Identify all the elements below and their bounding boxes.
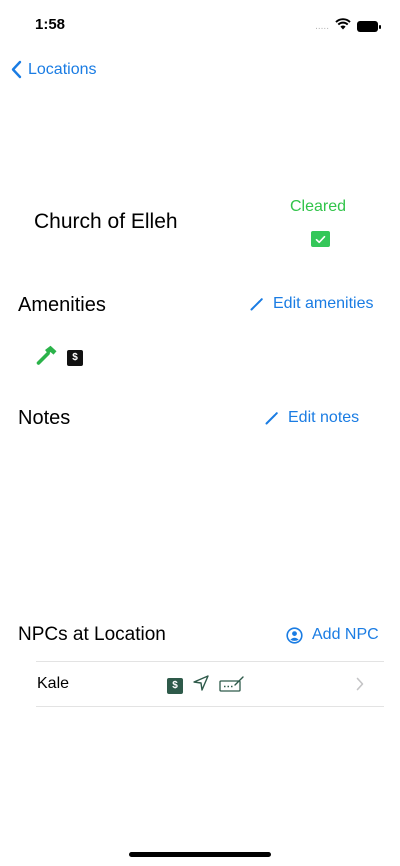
chevron-right-icon bbox=[356, 677, 364, 691]
pencil-icon bbox=[250, 297, 263, 310]
edit-notes-label: Edit notes bbox=[288, 409, 360, 426]
checkmark-icon bbox=[315, 235, 326, 243]
cleared-checkbox[interactable] bbox=[311, 231, 330, 247]
hammer-icon bbox=[36, 345, 58, 370]
npc-icons: $ bbox=[167, 674, 245, 697]
dollar-icon: $ bbox=[67, 349, 83, 366]
amenity-icons: $ bbox=[36, 345, 83, 370]
dollar-icon: $ bbox=[167, 677, 183, 694]
wifi-icon bbox=[335, 17, 351, 35]
add-npc-button[interactable]: Add NPC bbox=[286, 626, 379, 644]
battery-icon bbox=[357, 20, 381, 32]
signal-icon: ..... bbox=[315, 20, 329, 32]
back-label: Locations bbox=[28, 60, 97, 78]
pencil-icon bbox=[265, 411, 278, 424]
notes-title: Notes bbox=[18, 407, 71, 429]
amenities-title: Amenities bbox=[18, 294, 106, 316]
add-npc-label: Add NPC bbox=[312, 626, 379, 643]
npc-row[interactable]: Kale $ bbox=[36, 661, 384, 707]
status-icons: ..... bbox=[315, 17, 381, 35]
status-label: Cleared bbox=[290, 198, 347, 215]
edit-amenities-label: Edit amenities bbox=[273, 295, 374, 312]
home-indicator[interactable] bbox=[129, 852, 271, 857]
location-name: Church of Elleh bbox=[34, 210, 178, 233]
npc-name: Kale bbox=[37, 675, 70, 692]
edit-notes-button[interactable]: Edit notes bbox=[264, 409, 359, 427]
back-button[interactable]: Locations bbox=[10, 60, 97, 79]
signature-icon bbox=[219, 674, 245, 697]
person-circle-icon bbox=[286, 626, 303, 644]
location-arrow-icon bbox=[192, 674, 210, 697]
status-time: 1:58 bbox=[35, 16, 66, 33]
npcs-title: NPCs at Location bbox=[18, 624, 166, 645]
edit-amenities-button[interactable]: Edit amenities bbox=[249, 295, 374, 313]
chevron-left-icon bbox=[11, 60, 22, 79]
